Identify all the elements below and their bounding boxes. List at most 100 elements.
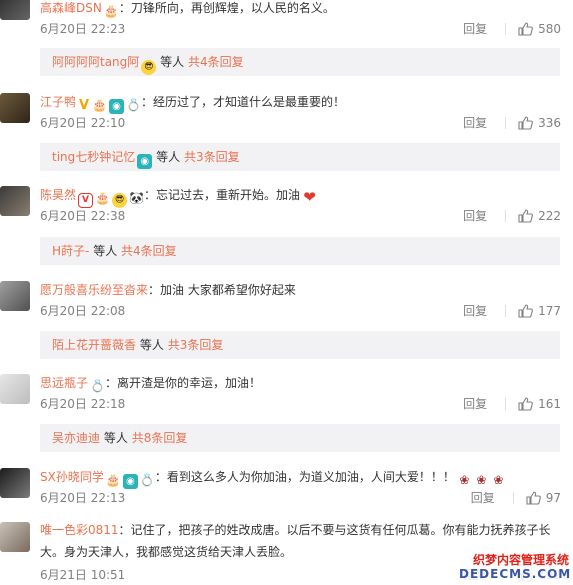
divider (505, 398, 507, 410)
watermark-line2: DEDECMS.COM (459, 567, 572, 581)
like-button[interactable]: 97 (526, 490, 561, 506)
divider (505, 210, 507, 222)
username-link[interactable]: 高森峰DSN (40, 1, 102, 15)
avatar[interactable] (0, 186, 30, 216)
like-button[interactable]: 161 (518, 396, 561, 412)
watermark-line1: 织梦内容管理系统 (472, 553, 569, 567)
cake-badge-icon: 🎂 (92, 98, 108, 113)
comment-text: ：忘记过去，重新开始。加油 (144, 188, 301, 202)
reply-button[interactable]: 回复 (471, 490, 495, 506)
comment-actions: 回复 580 (463, 21, 561, 37)
sub-replies-preview[interactable]: ting七秒钟记忆 ◉ 等人 共3条回复 (40, 143, 560, 171)
sub-reply-etc: 等人 (139, 338, 164, 352)
thumbs-up-icon (526, 491, 541, 505)
sub-reply-etc: 等人 (160, 55, 185, 69)
like-button[interactable]: 177 (518, 303, 561, 319)
username-link[interactable]: 唯一色彩0811 (40, 523, 119, 537)
comment-text: ：刀锋所向，再创辉煌，以人民的名义。 (118, 1, 335, 15)
thumbs-up-icon (518, 397, 533, 411)
comment-time: 6月20日 22:13 (40, 491, 126, 505)
like-count: 222 (538, 209, 561, 223)
cake-badge-icon: 🎂 (105, 473, 121, 488)
sub-reply-username[interactable]: 吴亦迪迪 (52, 431, 100, 445)
comment-time: 6月21日 10:51 (40, 568, 126, 582)
avatar[interactable] (0, 0, 30, 20)
username-link[interactable]: 思远瓶子 (40, 376, 88, 390)
like-button[interactable]: 580 (518, 21, 561, 37)
comment-text: ：记住了，把孩子的姓改成唐。以后不要与这货有任何瓜葛。你有能力抚养孩子长 (118, 523, 551, 537)
reply-button[interactable]: 回复 (463, 115, 487, 131)
heart-emoji-icon: ❤ (303, 188, 316, 206)
comment-time: 6月20日 22:18 (40, 397, 126, 411)
divider (505, 23, 507, 35)
like-button[interactable]: 222 (518, 208, 561, 224)
comment-actions: 回复 161 (463, 396, 561, 412)
comment-text-line: 高森峰DSN 🎂：刀锋所向，再创辉煌，以人民的名义。 (40, 0, 335, 19)
comment-text-continued: 大。身为天津人，我都感觉这货给天津人丢脸。 (40, 545, 293, 559)
username-link[interactable]: 陈昊然 (40, 188, 76, 202)
cake-badge-icon: 🎂 (95, 191, 111, 206)
site-watermark: 织梦内容管理系统 DEDECMS.COM (459, 553, 572, 583)
sunglasses-emoji-icon: 😎 (141, 60, 157, 75)
divider (505, 305, 507, 317)
sub-reply-count-link[interactable]: 共4条回复 (121, 244, 177, 258)
sub-replies-preview[interactable]: 陌上花开蔷薇香 等人 共3条回复 (40, 331, 560, 359)
thumbs-up-icon (518, 209, 533, 223)
comment-text-line: 唯一色彩0811：记住了，把孩子的姓改成唐。以后不要与这货有任何瓜葛。你有能力抚… (40, 521, 551, 539)
sub-replies-preview[interactable]: H莳子- 等人 共4条回复 (40, 237, 560, 265)
sub-replies-preview[interactable]: 阿阿阿阿tang阿 😎 等人 共4条回复 (40, 48, 560, 76)
username-link[interactable]: 愿万般喜乐纷至沓来 (40, 283, 148, 297)
comment-text: ：经历过了，才知道什么是最重要的！ (141, 95, 346, 109)
reply-button[interactable]: 回复 (463, 303, 487, 319)
comment-text-line: SX孙晓同学 🎂 ◉ 💍：看到这么多人为你加油，为道义加油，人间大爱！！！ ❀ ❀ ❀ (40, 468, 506, 489)
sub-reply-username[interactable]: 陌上花开蔷薇香 (52, 338, 136, 352)
sub-reply-count-link[interactable]: 共3条回复 (184, 150, 240, 164)
ring-badge-icon: 💍 (139, 473, 155, 488)
ring-badge-icon: 💍 (126, 98, 142, 113)
like-button[interactable]: 336 (518, 115, 561, 131)
sub-reply-etc: 等人 (156, 150, 181, 164)
avatar[interactable] (0, 374, 30, 404)
comment-time: 6月20日 22:08 (40, 304, 126, 318)
cake-badge-icon: 🎂 (103, 4, 119, 19)
comment-text-line: 陈昊然 V 🎂 😎 🐼：忘记过去，重新开始。加油 ❤ (40, 186, 317, 208)
sub-reply-count-link[interactable]: 共4条回复 (188, 55, 244, 69)
avatar[interactable] (0, 468, 30, 498)
comment-actions: 回复 336 (463, 115, 561, 131)
like-count: 177 (538, 304, 561, 318)
comment-actions: 回复 97 (471, 490, 561, 506)
avatar[interactable] (0, 93, 30, 123)
sub-replies-preview[interactable]: 吴亦迪迪 等人 共8条回复 (40, 424, 560, 452)
comment-text: ：加油 大家都希望你好起来 (148, 283, 296, 297)
eye-badge-icon: ◉ (109, 99, 125, 114)
lotus-emoji-icon: ❀ (459, 473, 470, 487)
vip-badge-icon: V (78, 193, 94, 208)
avatar[interactable] (0, 522, 30, 552)
verified-v-icon: V (78, 98, 90, 113)
comment-text: ：离开渣是你的幸运，加油！ (105, 376, 262, 390)
like-count: 161 (538, 397, 561, 411)
like-count: 97 (545, 491, 561, 505)
comment-text-line: 愿万般喜乐纷至沓来：加油 大家都希望你好起来 (40, 281, 296, 299)
sub-reply-username[interactable]: 阿阿阿阿tang阿 (52, 55, 139, 69)
comment-time: 6月20日 22:23 (40, 22, 126, 36)
divider (512, 492, 514, 504)
reply-button[interactable]: 回复 (463, 396, 487, 412)
comment-text-line: 思远瓶子 💍：离开渣是你的幸运，加油！ (40, 374, 261, 394)
sub-reply-username[interactable]: H莳子- (52, 244, 89, 258)
eye-badge-icon: ◉ (122, 474, 138, 489)
eye-badge-icon: ◉ (137, 154, 153, 169)
reply-button[interactable]: 回复 (463, 208, 487, 224)
reply-button[interactable]: 回复 (463, 21, 487, 37)
username-link[interactable]: SX孙晓同学 (40, 470, 104, 484)
lotus-emoji-icon: ❀ (476, 473, 487, 487)
comment-actions: 回复 222 (463, 208, 561, 224)
sub-reply-username[interactable]: ting七秒钟记忆 (52, 150, 135, 164)
username-link[interactable]: 江子鸭 (40, 95, 76, 109)
sub-reply-count-link[interactable]: 共3条回复 (168, 338, 224, 352)
avatar[interactable] (0, 281, 30, 311)
comment-text: ：看到这么多人为你加油，为道义加油，人间大爱！！！ (154, 470, 455, 484)
lotus-emoji-icon: ❀ (493, 473, 504, 487)
thumbs-up-icon (518, 304, 533, 318)
sub-reply-count-link[interactable]: 共8条回复 (132, 431, 188, 445)
